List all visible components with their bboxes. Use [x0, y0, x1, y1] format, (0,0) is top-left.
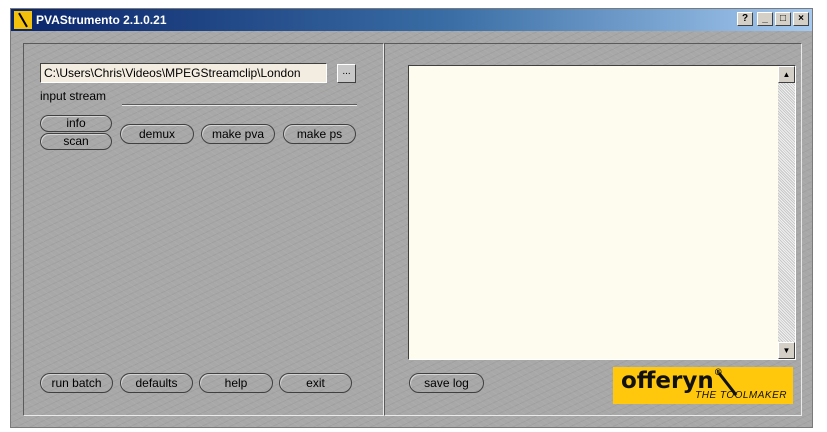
browse-button[interactable]: ...: [337, 64, 356, 83]
minimize-icon[interactable]: _: [757, 12, 773, 26]
make-pva-button[interactable]: make pva: [201, 124, 275, 144]
title-controls: ? _ □ ×: [737, 12, 809, 26]
offeryn-logo: offeryn® THE TOOLMAKER: [613, 367, 793, 404]
help-icon[interactable]: ?: [737, 12, 753, 26]
scroll-up-icon[interactable]: ▲: [778, 66, 795, 83]
demux-button[interactable]: demux: [120, 124, 194, 144]
logo-tagline: THE TOOLMAKER: [695, 390, 787, 401]
left-panel: C:\Users\Chris\Videos\MPEGStreamclip\Lon…: [23, 43, 384, 416]
defaults-button[interactable]: defaults: [120, 373, 193, 393]
run-batch-button[interactable]: run batch: [40, 373, 113, 393]
title-bar[interactable]: PVAStrumento 2.1.0.21 ? _ □ ×: [11, 9, 812, 31]
save-log-button[interactable]: save log: [409, 373, 484, 393]
input-stream-label: input stream: [40, 89, 107, 103]
input-stream-field[interactable]: C:\Users\Chris\Videos\MPEGStreamclip\Lon…: [40, 63, 327, 83]
scroll-down-icon[interactable]: ▼: [778, 342, 795, 359]
scan-button[interactable]: scan: [40, 133, 112, 150]
info-button[interactable]: info: [40, 115, 112, 132]
log-textarea[interactable]: ▲ ▼: [408, 65, 796, 360]
log-scrollbar[interactable]: ▲ ▼: [778, 66, 795, 359]
close-icon[interactable]: ×: [793, 12, 809, 26]
separator: [122, 104, 357, 106]
app-icon: [14, 11, 32, 29]
right-panel: ▲ ▼ save log offeryn® THE TOOLMAKER: [384, 43, 802, 416]
window-title: PVAStrumento 2.1.0.21: [36, 13, 167, 27]
app-window: PVAStrumento 2.1.0.21 ? _ □ × C:\Users\C…: [10, 8, 813, 428]
exit-button[interactable]: exit: [279, 373, 352, 393]
help-button[interactable]: help: [199, 373, 273, 393]
maximize-icon[interactable]: □: [775, 12, 791, 26]
make-ps-button[interactable]: make ps: [283, 124, 356, 144]
client-area: C:\Users\Chris\Videos\MPEGStreamclip\Lon…: [11, 31, 812, 427]
